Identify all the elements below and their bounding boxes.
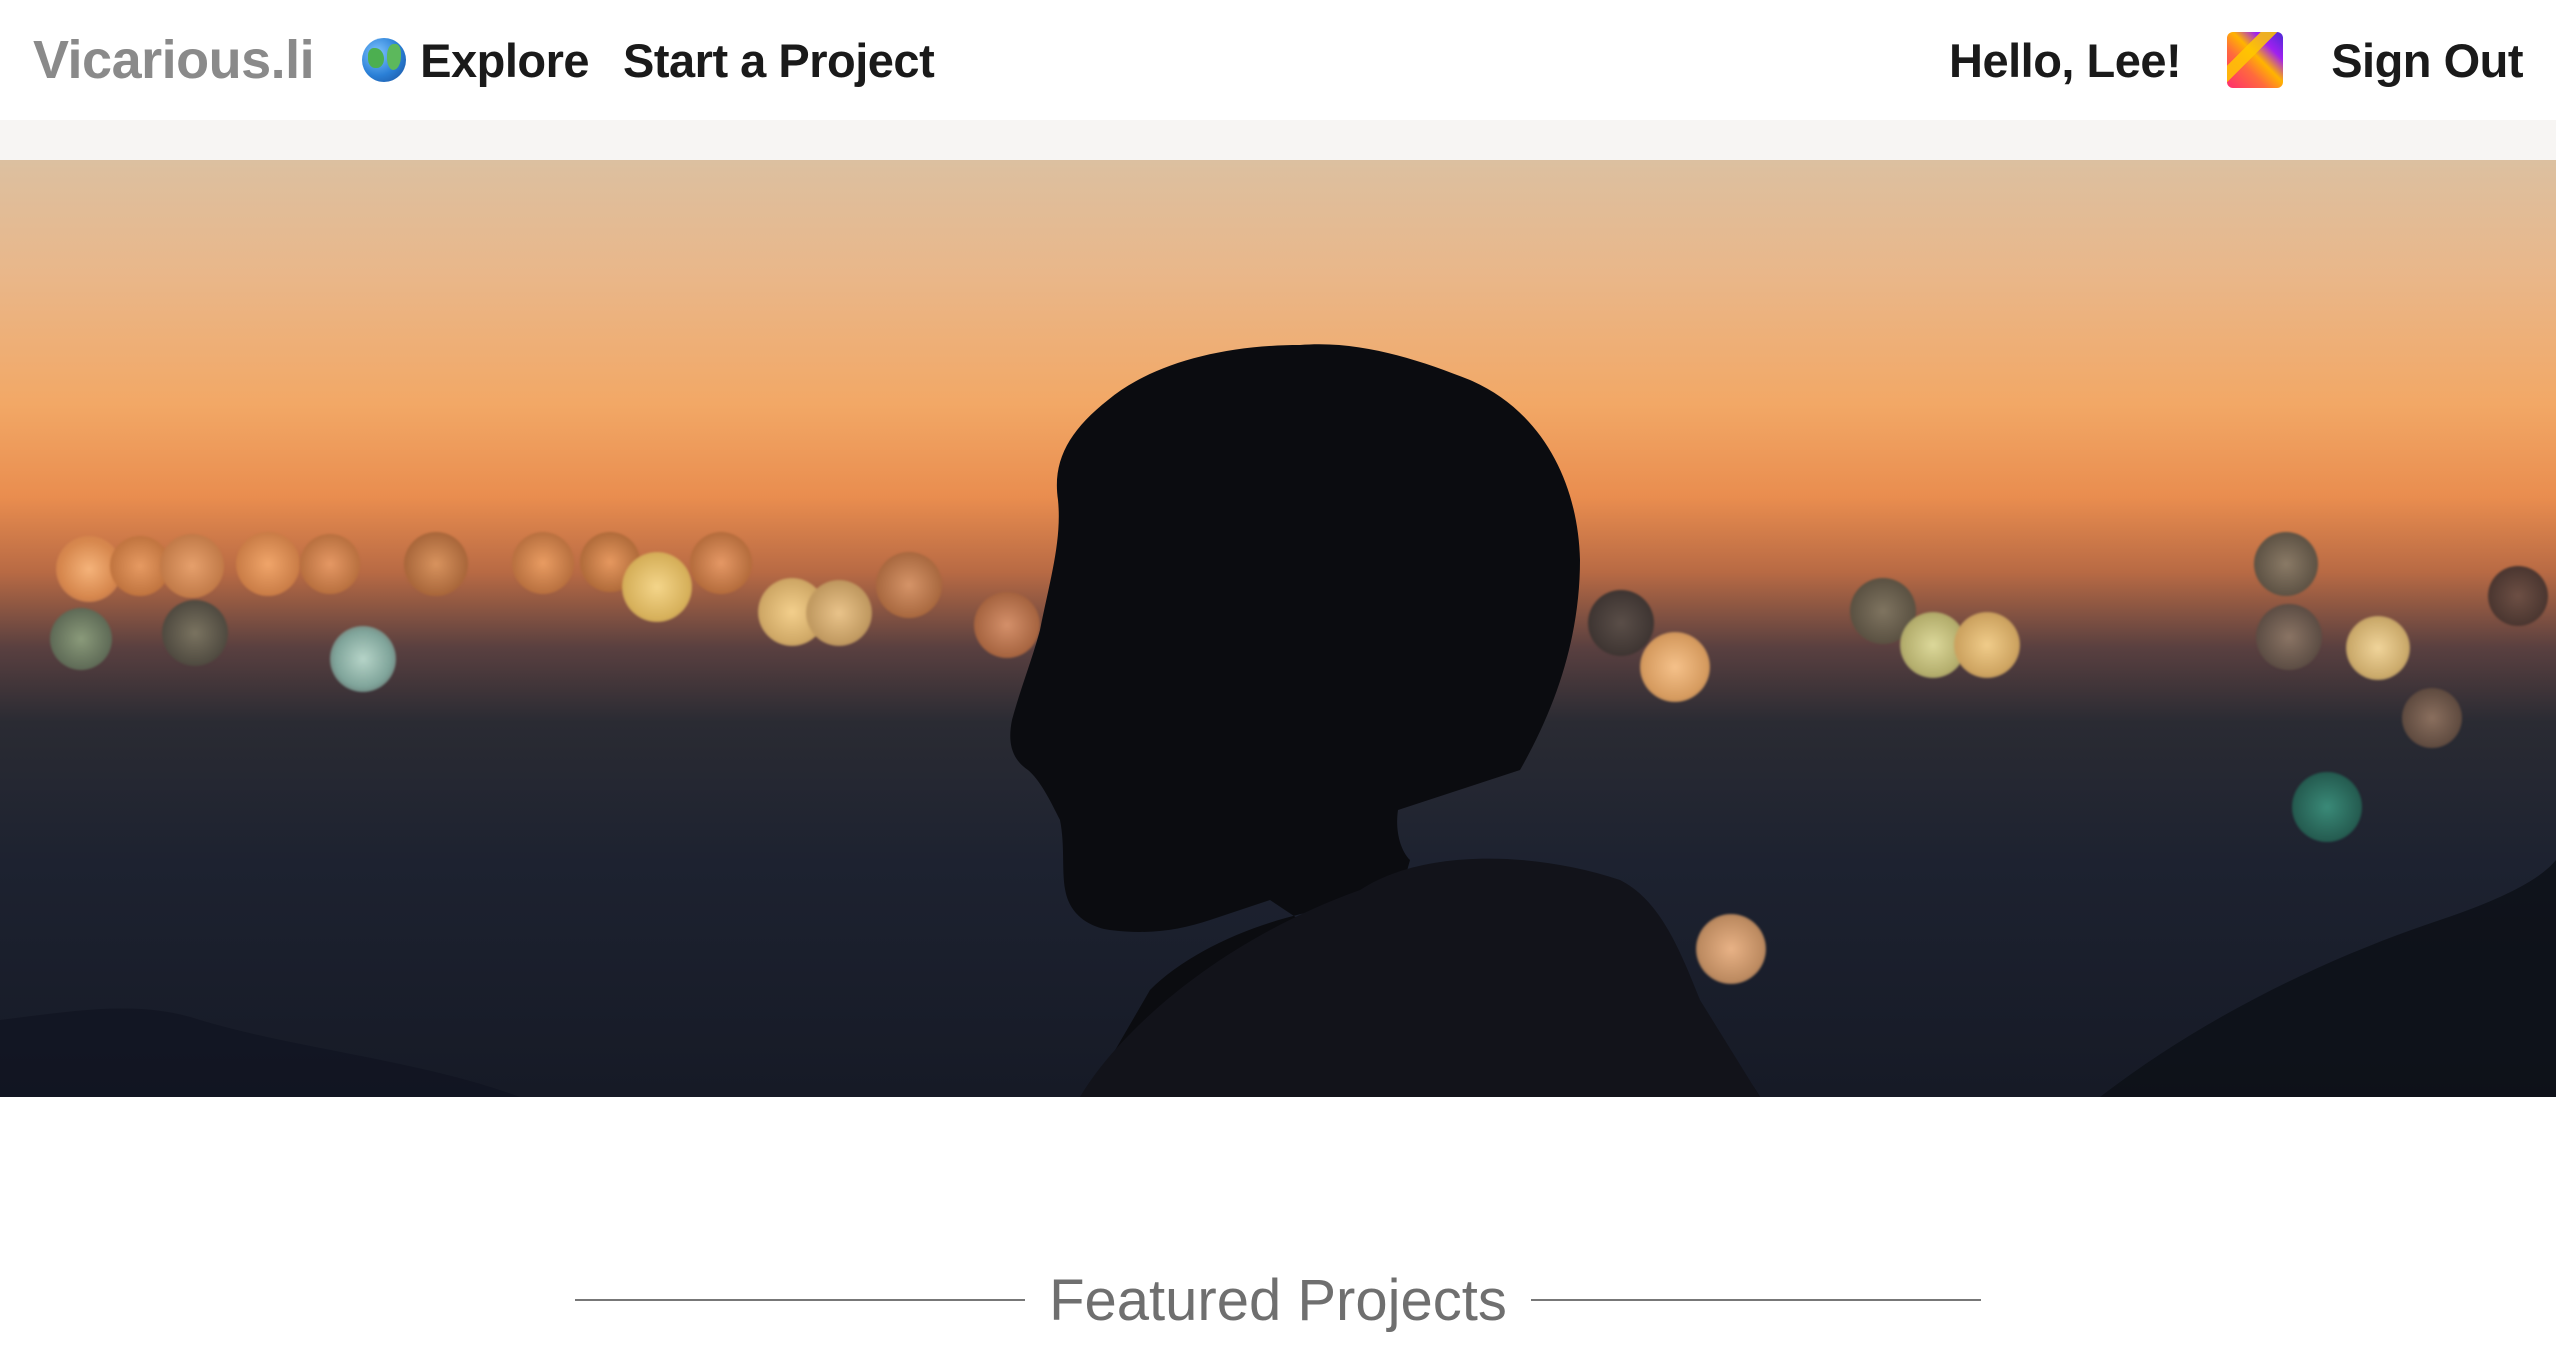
featured-projects-title: Featured Projects [1049,1267,1507,1333]
user-avatar[interactable] [2227,32,2284,88]
heading-divider-left [575,1299,1026,1301]
hero-top-strip [0,120,2556,160]
hillside-silhouette [0,860,2556,1097]
navbar-left: Vicarious.li Explore Start a Project [33,29,968,91]
user-greeting: Hello, Lee! [1949,33,2182,87]
navbar-right: Hello, Lee! Sign Out [1949,32,2523,88]
featured-projects-heading: Featured Projects [0,1260,2556,1340]
explore-label: Explore [420,33,590,87]
page: Vicarious.li Explore Start a Project Hel… [0,0,2556,1350]
top-navbar: Vicarious.li Explore Start a Project Hel… [0,0,2556,120]
start-project-link[interactable]: Start a Project [623,33,935,88]
explore-link[interactable]: Explore [362,33,590,88]
heading-divider-right [1530,1299,1981,1301]
hero-image [0,160,2556,1097]
globe-icon [362,38,407,82]
sign-out-link[interactable]: Sign Out [2331,33,2523,88]
brand-logo-link[interactable]: Vicarious.li [33,29,315,91]
